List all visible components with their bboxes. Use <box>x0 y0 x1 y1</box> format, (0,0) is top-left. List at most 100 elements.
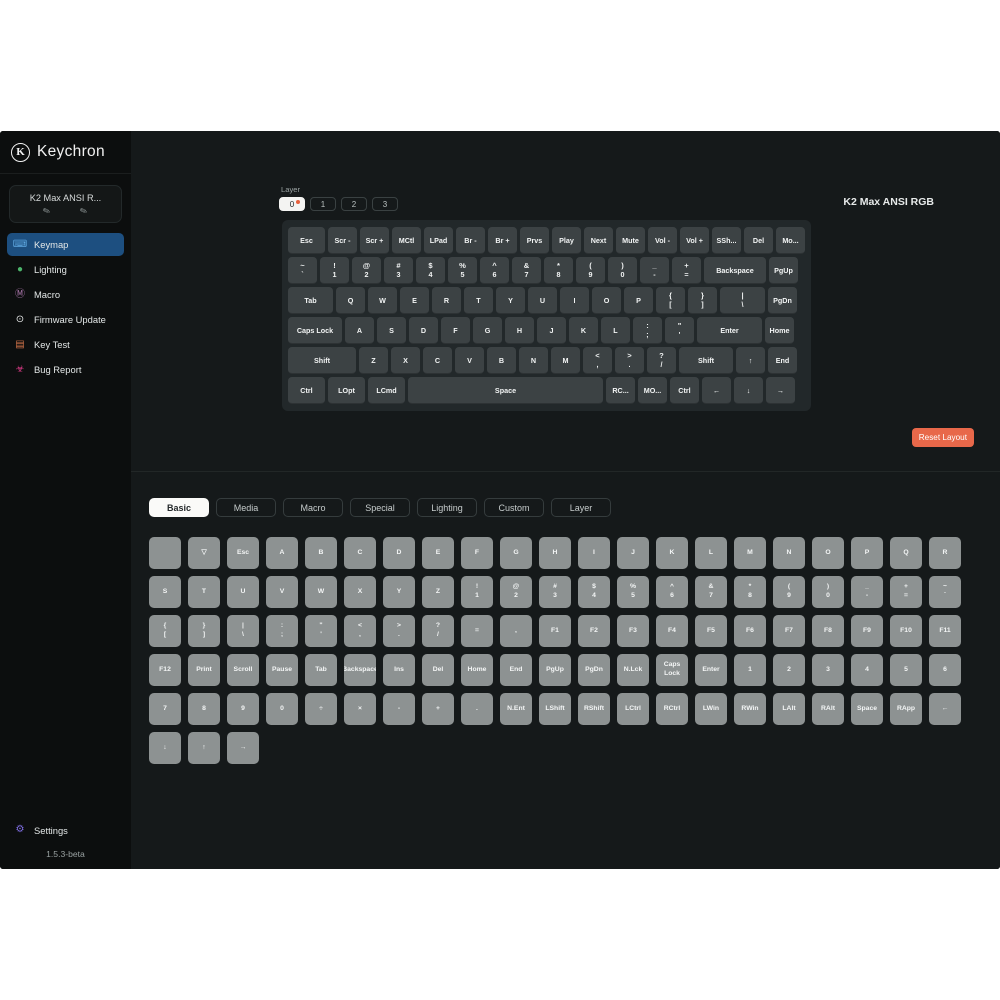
keyboard-key-0[interactable]: ) 0 <box>608 257 637 284</box>
picker-key-9[interactable]: 9 <box>227 693 259 725</box>
picker-key-v[interactable]: V <box>266 576 298 608</box>
keyboard-key-c[interactable]: C <box>423 347 452 374</box>
keyboard-key-ctrl[interactable]: Ctrl <box>670 377 699 404</box>
picker-key-3[interactable]: 3 <box>812 654 844 686</box>
keyboard-key-lcmd[interactable]: LCmd <box>368 377 405 404</box>
keyboard-key-y[interactable]: Y <box>496 287 525 314</box>
keyboard-key-shift[interactable]: Shift <box>679 347 733 374</box>
picker-key-f1[interactable]: F1 <box>539 615 571 647</box>
picker-key-rapp[interactable]: RApp <box>890 693 922 725</box>
picker-key-f5[interactable]: F5 <box>695 615 727 647</box>
picker-key-blank[interactable]: ~ ` <box>929 576 961 608</box>
picker-key-blank[interactable]: , <box>500 615 532 647</box>
keyboard-key-blank[interactable]: }] <box>688 287 717 314</box>
keyboard-key-q[interactable]: Q <box>336 287 365 314</box>
sidebar-item-lighting[interactable]: ● Lighting <box>7 258 124 281</box>
picker-key-blank[interactable]: " ' <box>305 615 337 647</box>
keyboard-key-home[interactable]: Home <box>765 317 794 344</box>
keyboard-key-w[interactable]: W <box>368 287 397 314</box>
keyboard-key-ssh[interactable]: SSh... <box>712 227 741 254</box>
picker-key-pgup[interactable]: PgUp <box>539 654 571 686</box>
picker-key-q[interactable]: Q <box>890 537 922 569</box>
keyboard-key-1[interactable]: ! 1 <box>320 257 349 284</box>
picker-key-del[interactable]: Del <box>422 654 454 686</box>
picker-key-r[interactable]: R <box>929 537 961 569</box>
picker-key-rwin[interactable]: RWin <box>734 693 766 725</box>
keyboard-key-blank[interactable]: ← <box>702 377 731 404</box>
keyboard-key-blank[interactable]: → <box>766 377 795 404</box>
picker-key-p[interactable]: P <box>851 537 883 569</box>
picker-key-2[interactable]: 2 <box>773 654 805 686</box>
keyboard-key-lpad[interactable]: LPad <box>424 227 453 254</box>
tab-custom[interactable]: Custom <box>484 498 544 517</box>
keyboard-key-8[interactable]: * 8 <box>544 257 573 284</box>
picker-key-blank[interactable]: ? / <box>422 615 454 647</box>
keyboard-key-n[interactable]: N <box>519 347 548 374</box>
keyboard-key-o[interactable]: O <box>592 287 621 314</box>
keyboard-key-pgdn[interactable]: PgDn <box>768 287 797 314</box>
picker-key-d[interactable]: D <box>383 537 415 569</box>
picker-key-pgdn[interactable]: PgDn <box>578 654 610 686</box>
keyboard-key-blank[interactable]: _ - <box>640 257 669 284</box>
picker-key-9[interactable]: (9 <box>773 576 805 608</box>
keyboard-key-blank[interactable]: ↓ <box>734 377 763 404</box>
picker-key-lctrl[interactable]: LCtrl <box>617 693 649 725</box>
picker-key-blank[interactable]: | \ <box>227 615 259 647</box>
keyboard-key-blank[interactable]: ~ ` <box>288 257 317 284</box>
edit-pencil-icon-left[interactable]: ✎ <box>41 205 52 218</box>
keyboard-key-enter[interactable]: Enter <box>697 317 762 344</box>
keyboard-key-end[interactable]: End <box>768 347 797 374</box>
picker-key-f2[interactable]: F2 <box>578 615 610 647</box>
picker-key-n[interactable]: N <box>773 537 805 569</box>
picker-key-f9[interactable]: F9 <box>851 615 883 647</box>
picker-key-5[interactable]: 5 <box>890 654 922 686</box>
picker-key-3[interactable]: #3 <box>539 576 571 608</box>
keyboard-key-scr[interactable]: Scr + <box>360 227 389 254</box>
picker-key-u[interactable]: U <box>227 576 259 608</box>
sidebar-item-settings[interactable]: ⚙ Settings <box>0 819 131 841</box>
keyboard-key-3[interactable]: #3 <box>384 257 413 284</box>
layer-button-2[interactable]: 2 <box>341 197 367 211</box>
keyboard-key-blank[interactable]: ↑ <box>736 347 765 374</box>
picker-key-blank[interactable]: + <box>422 693 454 725</box>
picker-key-w[interactable]: W <box>305 576 337 608</box>
keyboard-key-t[interactable]: T <box>464 287 493 314</box>
keyboard-key-z[interactable]: Z <box>359 347 388 374</box>
keyboard-key-b[interactable]: B <box>487 347 516 374</box>
picker-key-blank[interactable]: }] <box>188 615 220 647</box>
layer-button-3[interactable]: 3 <box>372 197 398 211</box>
picker-key-backspace[interactable]: Backspace <box>344 654 376 686</box>
picker-key-2[interactable]: @2 <box>500 576 532 608</box>
picker-key-e[interactable]: E <box>422 537 454 569</box>
tab-special[interactable]: Special <box>350 498 410 517</box>
keyboard-key-tab[interactable]: Tab <box>288 287 333 314</box>
picker-key-4[interactable]: 4 <box>851 654 883 686</box>
picker-key-blank[interactable] <box>149 537 181 569</box>
picker-key-x[interactable]: X <box>344 576 376 608</box>
picker-key-f12[interactable]: F12 <box>149 654 181 686</box>
picker-key-h[interactable]: H <box>539 537 571 569</box>
keyboard-key-vol[interactable]: Vol - <box>648 227 677 254</box>
keyboard-key-mute[interactable]: Mute <box>616 227 645 254</box>
picker-key-blank[interactable]: :; <box>266 615 298 647</box>
picker-key-end[interactable]: End <box>500 654 532 686</box>
keyboard-key-u[interactable]: U <box>528 287 557 314</box>
keyboard-key-f[interactable]: F <box>441 317 470 344</box>
picker-key-blank[interactable]: <, <box>344 615 376 647</box>
keyboard-key-caps-lock[interactable]: Caps Lock <box>288 317 342 344</box>
keyboard-key-vol[interactable]: Vol + <box>680 227 709 254</box>
picker-key-4[interactable]: $4 <box>578 576 610 608</box>
sidebar-item-bug-report[interactable]: ☣ Bug Report <box>7 358 124 381</box>
picker-key-1[interactable]: ! 1 <box>461 576 493 608</box>
tab-media[interactable]: Media <box>216 498 276 517</box>
picker-key-pause[interactable]: Pause <box>266 654 298 686</box>
picker-key-f10[interactable]: F10 <box>890 615 922 647</box>
keyboard-key-d[interactable]: D <box>409 317 438 344</box>
picker-key-blank[interactable]: ▽ <box>188 537 220 569</box>
keyboard-key-e[interactable]: E <box>400 287 429 314</box>
picker-key-blank[interactable]: _ - <box>851 576 883 608</box>
picker-key-6[interactable]: 6 <box>929 654 961 686</box>
picker-key-blank[interactable]: + = <box>890 576 922 608</box>
picker-key-6[interactable]: ^ 6 <box>656 576 688 608</box>
keyboard-key-v[interactable]: V <box>455 347 484 374</box>
